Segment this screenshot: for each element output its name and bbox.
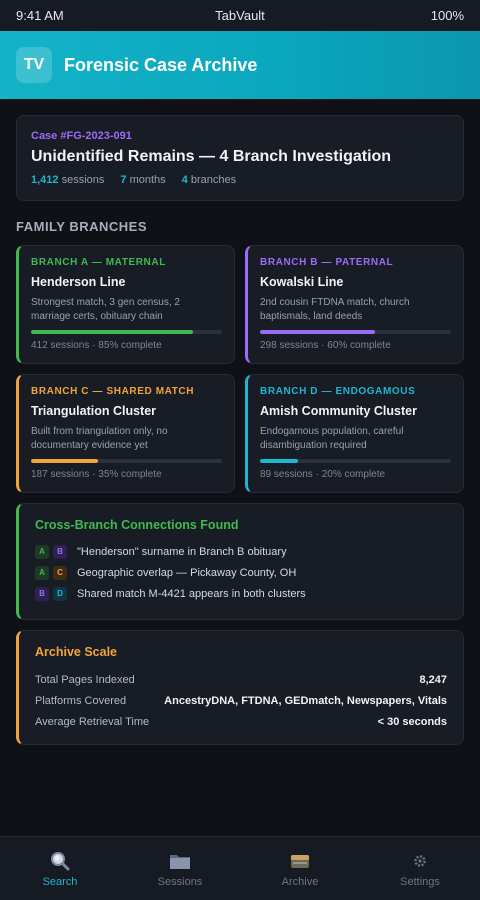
branch-label: BRANCH B — PATERNAL bbox=[260, 257, 394, 268]
branch-chip-a: A bbox=[35, 565, 49, 580]
scale-row-pages: Total Pages Indexed 8,247 bbox=[35, 669, 447, 690]
status-carrier: TabVault bbox=[215, 8, 265, 23]
folder-icon bbox=[169, 850, 191, 872]
case-id: Case #FG-2023-091 bbox=[31, 130, 132, 142]
app-header: TV Forensic Case Archive bbox=[0, 31, 480, 99]
case-stat-sessions: 1,412 sessions bbox=[31, 174, 105, 186]
tab-search[interactable]: Search bbox=[0, 837, 120, 900]
branch-progress-track bbox=[260, 330, 451, 334]
bottom-tab-bar: Search Sessions Archive Settings bbox=[0, 836, 480, 900]
branch-card-a[interactable]: BRANCH A — MATERNAL Henderson Line Stron… bbox=[16, 245, 235, 364]
branch-meta: 187 sessions · 35% complete bbox=[31, 469, 162, 480]
branch-progress-track bbox=[31, 330, 222, 334]
branch-card-d[interactable]: BRANCH D — ENDOGAMOUS Amish Community Cl… bbox=[245, 374, 464, 493]
status-time: 9:41 AM bbox=[16, 8, 64, 23]
branch-meta: 412 sessions · 85% complete bbox=[31, 340, 162, 351]
branch-card-c[interactable]: BRANCH C — SHARED MATCH Triangulation Cl… bbox=[16, 374, 235, 493]
tab-label: Search bbox=[42, 875, 78, 888]
gear-icon bbox=[413, 850, 427, 872]
connection-text: Shared match M-4421 appears in both clus… bbox=[77, 587, 306, 600]
archive-box-icon bbox=[289, 850, 311, 872]
branch-chip-b: B bbox=[53, 544, 67, 559]
case-stat-branches: 4 branches bbox=[181, 174, 237, 186]
scale-value: AncestryDNA, FTDNA, GEDmatch, Newspapers… bbox=[164, 694, 447, 707]
case-title: Unidentified Remains — 4 Branch Investig… bbox=[31, 148, 392, 165]
connection-text: "Henderson" surname in Branch B obituary bbox=[77, 545, 287, 558]
branch-chip-c: C bbox=[53, 565, 67, 580]
tab-label: Archive bbox=[281, 875, 319, 888]
case-stats: 1,412 sessions 7 months 4 branches bbox=[31, 174, 449, 186]
search-icon bbox=[49, 850, 71, 872]
case-stat-months: 7 months bbox=[120, 174, 166, 186]
branch-progress-track bbox=[31, 459, 222, 463]
case-summary-card[interactable]: Case #FG-2023-091 Unidentified Remains —… bbox=[16, 115, 464, 201]
branch-meta: 89 sessions · 20% complete bbox=[260, 469, 386, 480]
archive-scale-card[interactable]: Archive Scale Total Pages Indexed 8,247 … bbox=[16, 630, 464, 745]
branch-progress-fill bbox=[260, 459, 299, 463]
tab-settings[interactable]: Settings bbox=[360, 837, 480, 900]
connection-item: BD Shared match M-4421 appears in both c… bbox=[35, 583, 447, 604]
section-title-branches: FAMILY BRANCHES bbox=[16, 219, 148, 234]
branch-description: Built from triangulation only, no docume… bbox=[31, 426, 168, 451]
scale-value: < 30 seconds bbox=[377, 715, 447, 728]
scale-key: Platforms Covered bbox=[35, 694, 127, 707]
app-logo: TV bbox=[16, 47, 52, 83]
branch-description: 2nd cousin FTDNA match, church baptismal… bbox=[260, 297, 410, 322]
branch-progress-track bbox=[260, 459, 451, 463]
branch-name: Kowalski Line bbox=[260, 275, 344, 289]
branch-description: Endogamous population, careful disambigu… bbox=[260, 426, 404, 451]
branch-label: BRANCH D — ENDOGAMOUS bbox=[260, 386, 416, 397]
branch-label: BRANCH C — SHARED MATCH bbox=[31, 386, 195, 397]
branch-chip-b: B bbox=[35, 586, 49, 601]
connection-item: AC Geographic overlap — Pickaway County,… bbox=[35, 562, 447, 583]
connection-text: Geographic overlap — Pickaway County, OH bbox=[77, 566, 297, 579]
archive-scale-title: Archive Scale bbox=[35, 645, 117, 659]
scale-value: 8,247 bbox=[419, 673, 447, 686]
tab-label: Sessions bbox=[157, 875, 203, 888]
connections-title: Cross-Branch Connections Found bbox=[35, 518, 239, 532]
scale-key: Average Retrieval Time bbox=[35, 715, 150, 728]
tab-archive[interactable]: Archive bbox=[240, 837, 360, 900]
branch-name: Amish Community Cluster bbox=[260, 404, 417, 418]
branch-name: Triangulation Cluster bbox=[31, 404, 157, 418]
branch-chip-d: D bbox=[53, 586, 67, 601]
branch-chip-a: A bbox=[35, 544, 49, 559]
connection-item: AB "Henderson" surname in Branch B obitu… bbox=[35, 541, 447, 562]
scale-key: Total Pages Indexed bbox=[35, 673, 135, 686]
scale-row-platforms: Platforms Covered AncestryDNA, FTDNA, GE… bbox=[35, 690, 447, 711]
branch-label: BRANCH A — MATERNAL bbox=[31, 257, 166, 268]
branch-name: Henderson Line bbox=[31, 275, 126, 289]
main-content: Case #FG-2023-091 Unidentified Remains —… bbox=[0, 99, 480, 745]
branch-meta: 298 sessions · 60% complete bbox=[260, 340, 391, 351]
branch-grid: BRANCH A — MATERNAL Henderson Line Stron… bbox=[16, 245, 464, 493]
branch-card-b[interactable]: BRANCH B — PATERNAL Kowalski Line 2nd co… bbox=[245, 245, 464, 364]
status-battery: 100% bbox=[430, 8, 464, 23]
tab-label: Settings bbox=[400, 875, 440, 888]
status-bar: 9:41 AM TabVault 100% bbox=[0, 0, 480, 31]
branch-description: Strongest match, 3 gen census, 2 marriag… bbox=[31, 297, 180, 322]
branch-progress-fill bbox=[31, 330, 194, 334]
connections-card[interactable]: Cross-Branch Connections Found AB "Hende… bbox=[16, 503, 464, 620]
branch-progress-fill bbox=[31, 459, 98, 463]
tab-sessions[interactable]: Sessions bbox=[120, 837, 240, 900]
scale-row-retrieval: Average Retrieval Time < 30 seconds bbox=[35, 711, 447, 732]
app-title: Forensic Case Archive bbox=[64, 54, 258, 75]
branch-progress-fill bbox=[260, 330, 375, 334]
